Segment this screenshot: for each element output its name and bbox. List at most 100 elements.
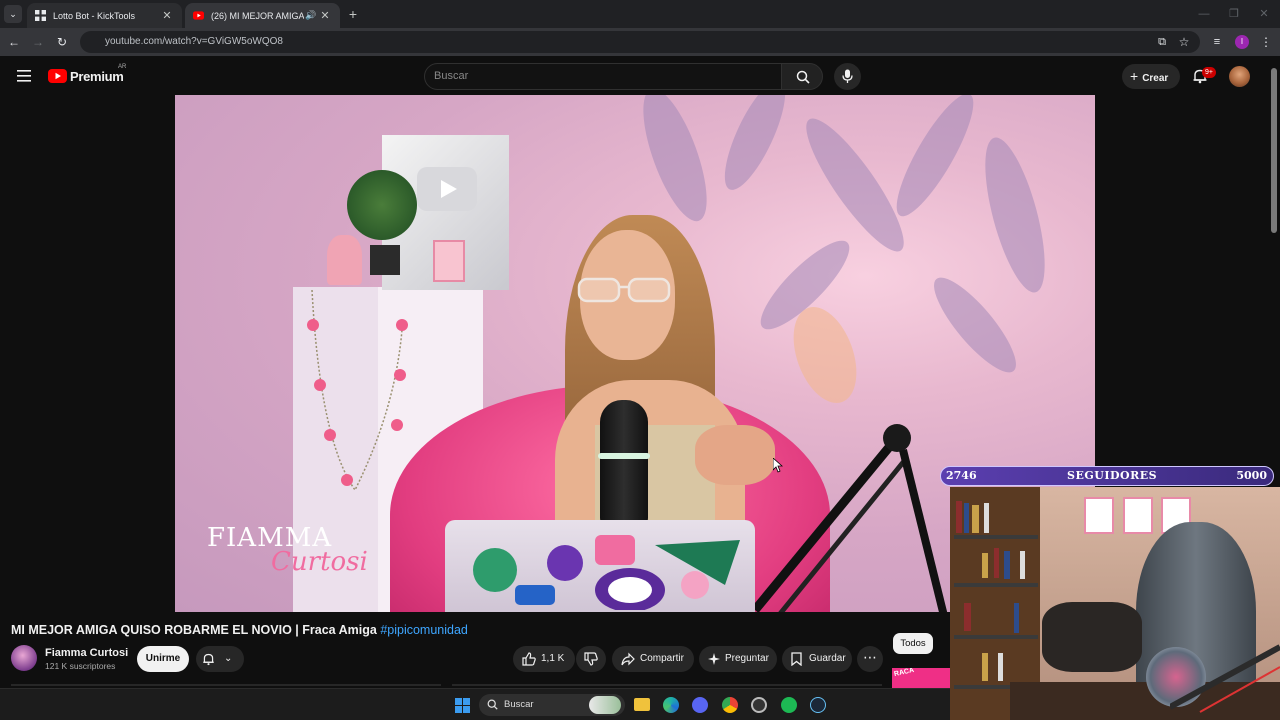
media-controls-icon[interactable]: ≡ [1209, 34, 1225, 50]
chip-all[interactable]: Todos [893, 633, 933, 654]
create-button[interactable]: + Crear [1122, 64, 1180, 89]
logo-text: Premium [70, 68, 124, 84]
close-tab-icon[interactable]: ✕ [318, 9, 332, 22]
new-tab-button[interactable]: + [344, 5, 362, 23]
search-icon [796, 70, 810, 84]
browser-tab-kicktools[interactable]: Lotto Bot - KickTools ✕ [27, 3, 182, 28]
podcast-microphone [600, 400, 648, 540]
install-app-icon[interactable]: ⧉ [1154, 34, 1170, 50]
search-input[interactable] [424, 63, 782, 90]
close-tab-icon[interactable]: ✕ [160, 9, 174, 22]
bookmark-star-icon[interactable]: ☆ [1176, 34, 1192, 50]
speaker-icon[interactable]: 🔊 [304, 10, 318, 21]
hashtag-link[interactable]: #pipicomunidad [380, 623, 468, 637]
ask-button[interactable]: Preguntar [699, 646, 777, 672]
steam-icon[interactable] [810, 697, 826, 713]
create-label: Crear [1142, 73, 1169, 84]
share-button[interactable]: Compartir [612, 646, 694, 672]
dark-clutter [1042, 602, 1142, 672]
plaque-play-icon [417, 167, 477, 211]
plus-icon: + [1130, 68, 1139, 84]
discord-icon[interactable] [692, 697, 708, 713]
more-actions-button[interactable]: ⋯ [857, 646, 883, 672]
small-frame [433, 240, 465, 282]
microphone-icon [842, 69, 853, 83]
dislike-button[interactable] [576, 646, 606, 672]
spotify-icon[interactable] [781, 697, 797, 713]
follower-current: 2746 [946, 469, 977, 482]
comments-divider [452, 684, 882, 686]
youtube-premium-logo[interactable]: Premium AR [48, 64, 126, 84]
like-count: 1,1 K [541, 653, 565, 664]
watermark-line2: Curtosi [271, 547, 368, 577]
page-scrollbar[interactable] [1271, 68, 1277, 233]
tab-title: Lotto Bot - KickTools [53, 10, 136, 21]
follower-label: SEGUIDORES [1067, 469, 1158, 482]
grid-icon [35, 10, 46, 21]
follower-goal: 5000 [1236, 469, 1267, 482]
chrome-icon[interactable] [722, 697, 738, 713]
tab-search-dropdown[interactable]: ⌄ [4, 5, 22, 23]
profile-avatar[interactable]: I [1235, 35, 1249, 49]
thumbs-down-icon [584, 652, 598, 666]
region-code: AR [118, 64, 127, 70]
obs-icon[interactable] [751, 697, 767, 713]
windows-taskbar: Buscar [0, 688, 950, 720]
search-icon [487, 699, 498, 710]
share-arrow-icon [621, 652, 635, 666]
browser-tab-strip: ⌄ Lotto Bot - KickTools ✕ (26) MI MEJOR … [0, 0, 1280, 28]
recommended-thumbnail[interactable]: RACA [892, 668, 950, 690]
taskbar-search-box[interactable]: Buscar [479, 694, 625, 716]
description-divider [11, 684, 441, 686]
mic-light [598, 453, 650, 459]
browser-tab-youtube[interactable]: (26) MI MEJOR AMIGA QUI 🔊 ✕ [185, 3, 340, 28]
save-label: Guardar [809, 653, 846, 664]
channel-watermark: FIAMMA Curtosi [207, 523, 368, 577]
bookmark-icon [791, 652, 802, 666]
reload-icon[interactable]: ↻ [54, 34, 70, 50]
windows-start-icon[interactable] [455, 698, 470, 713]
save-button[interactable]: Guardar [782, 646, 852, 672]
webcam-overlay [950, 487, 1280, 720]
laptop-stickers [473, 535, 740, 610]
tab-title: (26) MI MEJOR AMIGA QUI [211, 10, 304, 21]
search-highlight-image [589, 696, 621, 714]
thumbs-up-icon [522, 652, 536, 666]
hamburger-menu-icon[interactable] [17, 70, 31, 82]
voice-search-button[interactable] [834, 63, 861, 90]
account-avatar[interactable] [1229, 66, 1250, 87]
sparkle-icon [708, 653, 720, 665]
like-button[interactable]: 1,1 K [513, 646, 575, 672]
edge-icon[interactable] [663, 697, 679, 713]
back-icon[interactable]: ← [6, 34, 22, 50]
search-placeholder: Buscar [434, 70, 469, 82]
doll-figure [327, 235, 362, 285]
forward-icon[interactable]: → [30, 34, 46, 50]
youtube-logo-icon [48, 69, 67, 83]
more-horizontal-icon: ⋯ [863, 649, 877, 665]
mic-boom-arm [751, 424, 948, 612]
video-title-text: MI MEJOR AMIGA QUISO ROBARME EL NOVIO | … [11, 623, 377, 637]
restore-icon[interactable]: ❐ [1218, 0, 1250, 28]
file-explorer-icon[interactable] [634, 698, 650, 711]
wall-frame-2 [1123, 497, 1153, 534]
mouse-cursor-icon [773, 458, 783, 473]
channel-avatar[interactable] [11, 645, 37, 671]
search-button[interactable] [781, 63, 823, 90]
wall-frame-1 [1084, 497, 1114, 534]
window-close-icon[interactable]: ✕ [1248, 0, 1280, 28]
topiary-plant [347, 170, 417, 240]
thumbnail-text: RACA [893, 668, 915, 679]
url-text: youtube.com/watch?v=GViGW5oWQO8 [105, 36, 283, 47]
subscription-notifications-button[interactable]: ⌄ [196, 646, 244, 672]
channel-name[interactable]: Fiamma Curtosi [45, 647, 128, 659]
chevron-down-icon: ⌄ [224, 653, 233, 664]
ask-label: Preguntar [725, 653, 769, 664]
menu-kebab-icon[interactable]: ⋮ [1258, 34, 1274, 50]
video-title: MI MEJOR AMIGA QUISO ROBARME EL NOVIO | … [11, 623, 468, 637]
taskbar-search-label: Buscar [504, 699, 534, 710]
join-button[interactable]: Unirme [137, 646, 189, 672]
plant-pot [370, 245, 400, 275]
minimize-icon[interactable]: — [1188, 0, 1220, 28]
subscriber-count: 121 K suscriptores [45, 661, 116, 671]
